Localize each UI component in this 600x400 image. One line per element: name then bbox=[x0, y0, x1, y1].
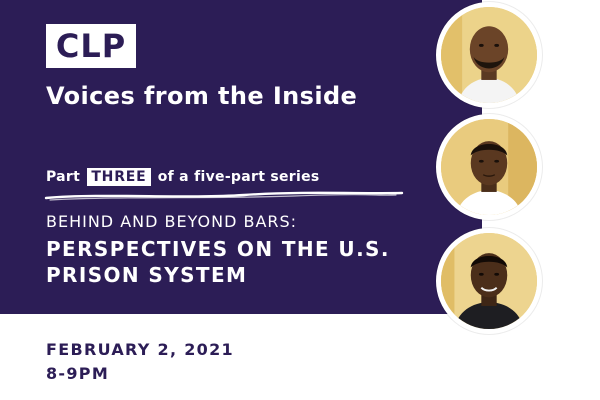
series-number-badge: THREE bbox=[87, 168, 151, 186]
headline-line-2: PRISON SYSTEM bbox=[46, 263, 248, 287]
event-kicker: BEHIND AND BEYOND BARS: bbox=[46, 212, 298, 231]
series-line: Part THREE of a five-part series bbox=[46, 168, 386, 186]
clp-logo: CLP bbox=[46, 24, 136, 68]
speaker-photo-1 bbox=[436, 2, 542, 108]
series-suffix: of a five-part series bbox=[157, 169, 320, 185]
event-title: Voices from the Inside bbox=[46, 82, 358, 110]
series-prefix: Part bbox=[46, 169, 81, 185]
speaker-photo-2 bbox=[436, 114, 542, 220]
event-date: FEBRUARY 2, 2021 bbox=[46, 340, 234, 359]
person-icon bbox=[441, 233, 537, 329]
banner-panel: CLP Voices from the Inside Part THREE of… bbox=[0, 0, 482, 314]
event-time: 8-9PM bbox=[46, 364, 110, 383]
person-icon bbox=[441, 7, 537, 103]
brush-stroke-divider bbox=[44, 191, 404, 201]
event-headline: PERSPECTIVES ON THE U.S. PRISON SYSTEM bbox=[46, 236, 446, 288]
headline-line-1: PERSPECTIVES ON THE U.S. bbox=[46, 237, 390, 261]
person-icon bbox=[441, 119, 537, 215]
speaker-photo-3 bbox=[436, 228, 542, 334]
